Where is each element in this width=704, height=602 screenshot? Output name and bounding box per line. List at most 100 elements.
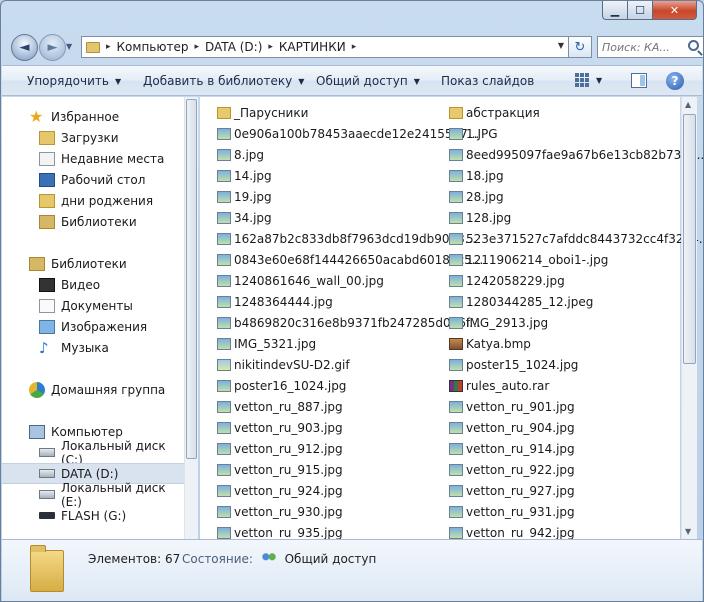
file-item[interactable]: 1.JPG [449, 124, 498, 143]
scrollbar-thumb[interactable] [186, 99, 197, 459]
file-item[interactable]: 1280344285_12.jpeg [449, 292, 593, 311]
close-button[interactable]: ✕ [653, 1, 697, 20]
breadcrumb-separator-icon[interactable]: ▸ [352, 42, 357, 52]
breadcrumb-separator-icon[interactable]: ▸ [194, 42, 199, 52]
sidebar-item-downloads[interactable]: Загрузки [2, 127, 184, 148]
image-file-icon [449, 463, 463, 476]
sidebar-item-music[interactable]: ♪ Музыка [2, 337, 184, 358]
file-item[interactable]: rules_auto.rar [449, 376, 549, 395]
file-item[interactable]: 18.jpg [449, 166, 504, 185]
file-item[interactable]: 523e371527c7afddc8443732cc4f3234... [449, 229, 703, 248]
scrollbar-thumb[interactable] [683, 114, 696, 364]
file-name: _Парусники [234, 105, 309, 120]
file-item[interactable]: 0843e60e68f144426650acabd60184c5... [217, 250, 483, 269]
breadcrumb-separator-icon[interactable]: ▸ [268, 42, 273, 52]
breadcrumb-separator-icon[interactable]: ▸ [106, 42, 111, 52]
breadcrumb-kartinki[interactable]: КАРТИНКИ [279, 40, 346, 54]
file-item[interactable]: vetton_ru_903.jpg [217, 418, 343, 437]
maximize-button[interactable]: ☐ [628, 1, 653, 20]
share-button[interactable]: Общий доступ ▼ [316, 74, 420, 88]
file-item[interactable]: vetton_ru_901.jpg [449, 397, 575, 416]
sidebar-item-flash-g[interactable]: FLASH (G:) [2, 505, 184, 526]
image-file-icon [217, 463, 231, 476]
file-item[interactable]: vetton_ru_912.jpg [217, 439, 343, 458]
image-file-icon [217, 400, 231, 413]
file-item[interactable]: 19.jpg [217, 187, 272, 206]
file-name: 162a87b2c833db8f7963dcd19db9073... [234, 231, 477, 246]
file-item[interactable]: Katya.bmp [449, 334, 531, 353]
caption-buttons: ▁ ☐ ✕ [602, 1, 697, 20]
image-file-icon [449, 190, 463, 203]
address-dropdown-icon[interactable]: ▼ [558, 41, 564, 50]
navigation-pane-scrollbar[interactable] [184, 97, 198, 539]
sidebar-item-recent-places[interactable]: Недавние места [2, 148, 184, 169]
sidebar-homegroup[interactable]: Домашняя группа [2, 379, 184, 400]
sidebar-item-images[interactable]: Изображения [2, 316, 184, 337]
file-item[interactable]: 8eed995097fae9a67b6e13cb82b733d... [449, 145, 703, 164]
minimize-button[interactable]: ▁ [602, 1, 628, 20]
file-item[interactable]: vetton_ru_924.jpg [217, 481, 343, 500]
sidebar-item-desktop[interactable]: Рабочий стол [2, 169, 184, 190]
folder-item[interactable]: _Парусники [217, 103, 308, 122]
recent-pages-dropdown-icon[interactable]: ▼ [66, 42, 72, 51]
file-item[interactable]: nikitindevSU-D2.gif [217, 355, 350, 374]
file-item[interactable]: 28.jpg [449, 187, 504, 206]
add-to-library-button[interactable]: Добавить в библиотеку ▼ [143, 74, 304, 88]
file-item[interactable]: vetton_ru_915.jpg [217, 460, 343, 479]
scroll-down-icon[interactable]: ▼ [685, 527, 691, 536]
file-item[interactable]: 1242058229.jpg [449, 271, 565, 290]
help-icon[interactable]: ? [666, 72, 684, 90]
file-item[interactable]: vetton_ru_904.jpg [449, 418, 575, 437]
file-item[interactable]: b4869820c316e8b9371fb247285d006f... [217, 313, 481, 332]
file-item[interactable]: 128.jpg [449, 208, 511, 227]
sidebar-item-birthdays[interactable]: дни роджения [2, 190, 184, 211]
file-item[interactable]: 14.jpg [217, 166, 272, 185]
forward-button[interactable]: ► [39, 34, 66, 61]
breadcrumb-computer[interactable]: Компьютер [117, 40, 189, 54]
change-view-icon[interactable] [575, 73, 590, 87]
sidebar-item-disk-e[interactable]: Локальный диск (E:) [2, 481, 184, 509]
sidebar-libraries[interactable]: Библиотеки [2, 253, 184, 274]
file-item[interactable]: poster16_1024.jpg [217, 376, 346, 395]
sidebar-item-disk-c[interactable]: Локальный диск (C:) [2, 439, 184, 467]
file-item[interactable]: 8.jpg [217, 145, 264, 164]
file-item[interactable]: 1211906214_oboi1-.jpg [449, 250, 608, 269]
organize-button[interactable]: Упорядочить ▼ [27, 74, 121, 88]
scroll-up-icon[interactable]: ▲ [685, 100, 691, 109]
search-box[interactable] [597, 36, 703, 58]
sidebar-item-video[interactable]: Видео [2, 274, 184, 295]
file-item[interactable]: vetton_ru_931.jpg [449, 502, 575, 521]
refresh-button[interactable]: ↻ [568, 36, 592, 58]
search-icon[interactable] [688, 40, 699, 51]
preview-pane-icon[interactable] [631, 73, 647, 88]
file-item[interactable]: 162a87b2c833db8f7963dcd19db9073... [217, 229, 476, 248]
address-bar[interactable]: ▸ Компьютер ▸ DATA (D:) ▸ КАРТИНКИ ▸ ▼ [81, 36, 569, 58]
sidebar-item-libraries-shortcut[interactable]: Библиотеки [2, 211, 184, 232]
breadcrumb-data-drive[interactable]: DATA (D:) [205, 40, 262, 54]
file-item[interactable]: IMG_2913.jpg [449, 313, 548, 332]
back-button[interactable]: ◄ [11, 34, 38, 61]
view-options-chevron-icon[interactable]: ▼ [596, 76, 602, 85]
file-list-scrollbar[interactable]: ▲ ▼ [681, 97, 697, 539]
sidebar-item-documents[interactable]: Документы [2, 295, 184, 316]
file-item[interactable]: poster15_1024.jpg [449, 355, 578, 374]
file-item[interactable]: IMG_5321.jpg [217, 334, 316, 353]
file-item[interactable]: vetton_ru_922.jpg [449, 460, 575, 479]
file-item[interactable]: vetton_ru_887.jpg [217, 397, 343, 416]
folder-item[interactable]: абстракция [449, 103, 540, 122]
file-item[interactable]: 0e906a100b78453aaecde12e2415547... [217, 124, 479, 143]
slideshow-button[interactable]: Показ слайдов [441, 74, 534, 88]
image-file-icon [217, 421, 231, 434]
file-name: 0e906a100b78453aaecde12e2415547... [234, 126, 480, 141]
file-item[interactable]: vetton_ru_914.jpg [449, 439, 575, 458]
image-file-icon [449, 127, 463, 140]
search-input[interactable] [602, 40, 688, 54]
image-file-icon [217, 337, 231, 350]
file-item[interactable]: 1240861646_wall_00.jpg [217, 271, 384, 290]
sidebar-favorites[interactable]: ★ Избранное [2, 106, 184, 127]
file-item[interactable]: vetton_ru_927.jpg [449, 481, 575, 500]
file-item[interactable]: vetton_ru_930.jpg [217, 502, 343, 521]
file-item[interactable]: 1248364444.jpg [217, 292, 333, 311]
file-item[interactable]: 34.jpg [217, 208, 272, 227]
file-name: 1.JPG [466, 126, 498, 141]
